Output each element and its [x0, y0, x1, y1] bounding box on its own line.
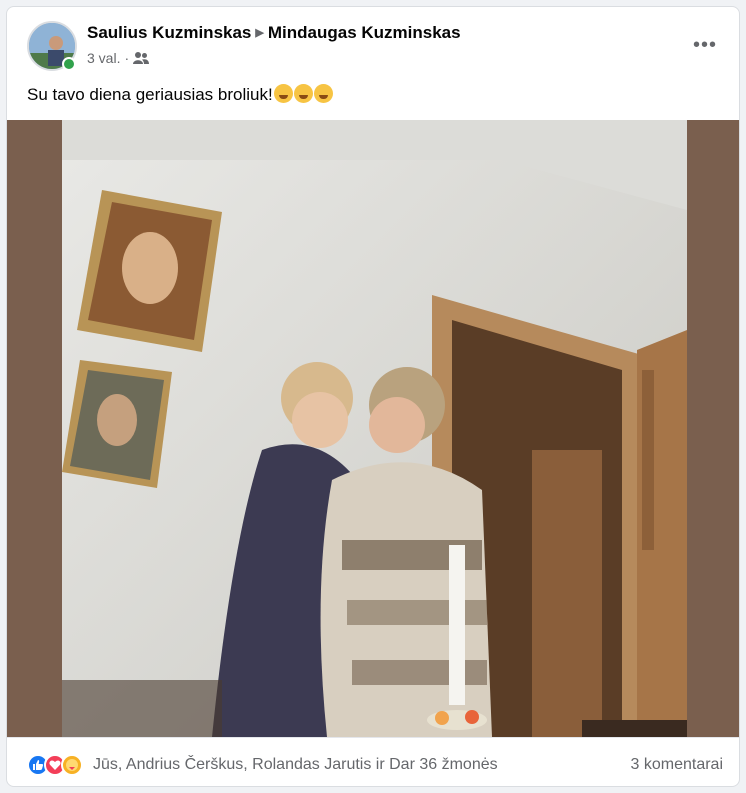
reactions-summary[interactable]: Jūs, Andrius Čerškus, Rolandas Jarutis i… [93, 756, 498, 774]
author-name-link[interactable]: Saulius Kuzminskas [87, 23, 251, 42]
photo-frame [7, 120, 739, 737]
post-timestamp[interactable]: 3 val. [87, 50, 120, 66]
comments-count[interactable]: 3 komentarai [631, 756, 724, 774]
reaction-icons[interactable] [27, 754, 83, 776]
party-face-emoji-icon [273, 84, 293, 103]
online-status-dot [62, 57, 76, 71]
post-header: Saulius Kuzminskas ▶ Mindaugas Kuzminskas … [7, 7, 739, 79]
more-options-icon[interactable]: ••• [687, 27, 723, 63]
arrow-right-icon: ▶ [255, 27, 264, 39]
post-message: Su tavo diena geriausias broliuk! [27, 84, 333, 105]
friends-icon[interactable] [133, 51, 150, 65]
meta-separator: · [124, 50, 130, 66]
post-footer: Jūs, Andrius Čerškus, Rolandas Jarutis i… [7, 737, 739, 786]
post-title: Saulius Kuzminskas ▶ Mindaugas Kuzminskas [87, 23, 461, 43]
post-meta: 3 val. · [87, 50, 150, 66]
party-face-emoji-icon [313, 84, 333, 103]
post-card: Saulius Kuzminskas ▶ Mindaugas Kuzminskas … [6, 6, 740, 787]
recipient-name-link[interactable]: Mindaugas Kuzminskas [268, 23, 461, 42]
party-face-emoji-icon [293, 84, 313, 103]
post-photo[interactable] [62, 120, 687, 737]
post-message-text: Su tavo diena geriausias broliuk! [27, 85, 273, 104]
care-icon [61, 754, 83, 776]
